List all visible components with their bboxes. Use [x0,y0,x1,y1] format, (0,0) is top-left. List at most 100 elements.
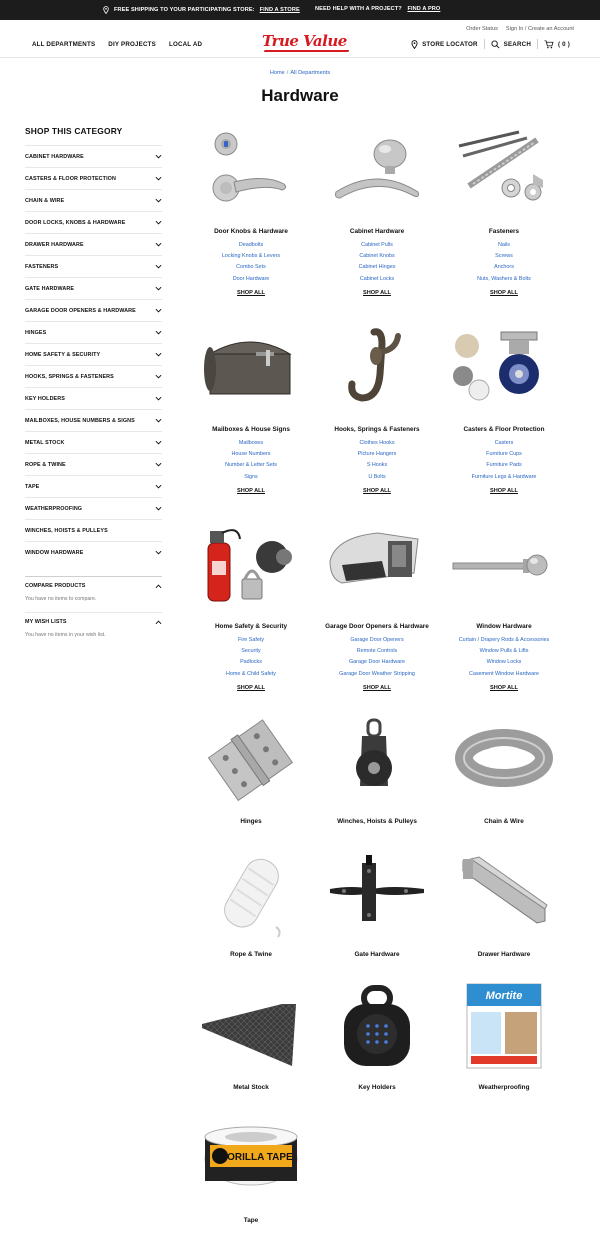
sidebar-category-item[interactable]: CABINET HARDWARE [25,145,162,167]
category-title[interactable]: Gate Hardware [312,951,442,958]
wire-coil-image[interactable] [449,716,559,806]
category-title[interactable]: Rope & Twine [186,951,316,958]
gate-hinge-image[interactable] [322,849,432,939]
metal-sheet-image[interactable] [196,982,306,1072]
shop-all-link[interactable]: SHOP ALL [449,488,559,494]
true-value-logo[interactable]: True Value [262,32,350,52]
screws-nuts-image[interactable] [449,126,559,216]
shop-all-link[interactable]: SHOP ALL [449,685,559,691]
shop-all-link[interactable]: SHOP ALL [322,488,432,494]
sidebar-category-item[interactable]: ROPE & TWINE [25,453,162,475]
sidebar-category-item[interactable]: WINDOW HARDWARE [25,541,162,563]
subcategory-link[interactable]: Curtain / Drapery Rods & Accessories [429,635,579,646]
chevron-down-icon [155,308,162,313]
shop-all-link[interactable]: SHOP ALL [449,290,559,296]
category-title[interactable]: Cabinet Hardware [312,228,442,235]
sidebar-category-item[interactable]: CASTERS & FLOOR PROTECTION [25,167,162,189]
shop-all-link[interactable]: SHOP ALL [196,290,306,296]
find-store-link[interactable]: FIND A STORE [260,7,300,13]
category-title[interactable]: Hooks, Springs & Fasteners [312,426,442,433]
category-title[interactable]: Mailboxes & House Signs [186,426,316,433]
gorilla-tape-image[interactable]: GORILLA TAPE [196,1115,306,1205]
mortite-brand-text: Mortite [486,990,523,1002]
sidebar-category-item[interactable]: METAL STOCK [25,431,162,453]
sidebar-category-item[interactable]: GARAGE DOOR OPENERS & HARDWARE [25,299,162,321]
store-locator-button[interactable]: STORE LOCATOR [411,39,478,49]
category-title[interactable]: Metal Stock [186,1084,316,1091]
sidebar-category-item[interactable]: WEATHERPROOFING [25,497,162,519]
sidebar-category-item[interactable]: FASTENERS [25,255,162,277]
breadcrumb-home[interactable]: Home [270,70,285,76]
hook-image[interactable] [322,324,432,414]
pulley-image[interactable] [322,716,432,806]
site-header: Order Status Sign In / Create an Account… [0,20,600,58]
curtain-rod-image[interactable] [449,521,559,611]
category-title[interactable]: Fasteners [439,228,569,235]
sidebar-category-label: GATE HARDWARE [25,285,75,292]
sidebar-category-item[interactable]: KEY HOLDERS [25,387,162,409]
category-title[interactable]: Winches, Hoists & Pulleys [312,818,442,825]
cabinet-pull-image[interactable] [322,126,432,216]
sign-in-link[interactable]: Sign In / Create an Account [506,26,574,32]
shop-all-link[interactable]: SHOP ALL [322,290,432,296]
sidebar-category-item[interactable]: HOOKS, SPRINGS & FASTENERS [25,365,162,387]
caster-image[interactable] [449,324,559,414]
category-title[interactable]: Drawer Hardware [439,951,569,958]
nav-diy-projects[interactable]: DIY PROJECTS [108,41,156,48]
sidebar-category-item[interactable]: WINCHES, HOISTS & PULLEYS [25,519,162,541]
hinge-image[interactable] [196,716,306,806]
category-title[interactable]: Window Hardware [439,623,569,630]
subcategory-link[interactable]: Furniture Legs & Hardware [429,472,579,483]
category-title[interactable]: Casters & Floor Protection [439,426,569,433]
compare-products-toggle[interactable]: COMPARE PRODUCTS [25,583,162,589]
rope-image[interactable] [196,849,306,939]
garage-opener-image[interactable] [322,521,432,611]
subcategory-link[interactable]: Anchors [429,262,579,273]
find-pro-link[interactable]: FIND A PRO [407,6,440,12]
drawer-slide-image[interactable] [449,849,559,939]
search-icon [491,39,500,48]
subcategory-link[interactable]: Casters [429,438,579,449]
mortite-box-image[interactable]: Mortite [449,982,559,1072]
category-title[interactable]: Home Safety & Security [186,623,316,630]
sidebar-category-item[interactable]: DRAWER HARDWARE [25,233,162,255]
category-title[interactable]: Door Knobs & Hardware [186,228,316,235]
sidebar-category-item[interactable]: CHAIN & WIRE [25,189,162,211]
door-knob-image[interactable] [196,126,306,216]
category-title[interactable]: Chain & Wire [439,818,569,825]
key-lockbox-image[interactable] [322,982,432,1072]
category-title[interactable]: Weatherproofing [439,1084,569,1091]
wish-lists-toggle[interactable]: MY WISH LISTS [25,619,162,625]
category-title[interactable]: Hinges [186,818,316,825]
nav-all-departments[interactable]: ALL DEPARTMENTS [32,41,95,48]
shop-all-link[interactable]: SHOP ALL [196,488,306,494]
sidebar-category-item[interactable]: HOME SAFETY & SECURITY [25,343,162,365]
subcategory-link[interactable]: Window Locks [429,657,579,668]
shop-all-link[interactable]: SHOP ALL [196,685,306,691]
subcategory-link[interactable]: Nails [429,240,579,251]
extinguisher-image[interactable] [196,521,306,611]
category-title[interactable]: Tape [186,1217,316,1224]
order-status-link[interactable]: Order Status [466,26,498,32]
category-title[interactable]: Key Holders [312,1084,442,1091]
search-button[interactable]: SEARCH [491,39,531,49]
nav-local-ad[interactable]: LOCAL AD [169,41,202,48]
sidebar-category-item[interactable]: HINGES [25,321,162,343]
sidebar-category-item[interactable]: GATE HARDWARE [25,277,162,299]
mailbox-image[interactable] [196,324,306,414]
cart-count: ( 0 ) [557,40,570,48]
subcategory-link[interactable]: Nuts, Washers & Bolts [429,274,579,285]
sidebar-category-item[interactable]: TAPE [25,475,162,497]
category-title[interactable]: Garage Door Openers & Hardware [312,623,442,630]
cart-button[interactable]: ( 0 ) [544,39,570,49]
subcategory-link[interactable]: Window Pulls & Lifts [429,646,579,657]
subcategory-link[interactable]: Screws [429,251,579,262]
subcategory-link[interactable]: Furniture Pads [429,460,579,471]
sidebar-category-item[interactable]: MAILBOXES, HOUSE NUMBERS & SIGNS [25,409,162,431]
sidebar-category-item[interactable]: DOOR LOCKS, KNOBS & HARDWARE [25,211,162,233]
help-promo: NEED HELP WITH A PROJECT? FIND A PRO [315,6,440,12]
subcategory-link[interactable]: Casement Window Hardware [429,669,579,680]
breadcrumb-all-departments[interactable]: All Departments [290,70,330,76]
shop-all-link[interactable]: SHOP ALL [322,685,432,691]
subcategory-link[interactable]: Furniture Cups [429,449,579,460]
